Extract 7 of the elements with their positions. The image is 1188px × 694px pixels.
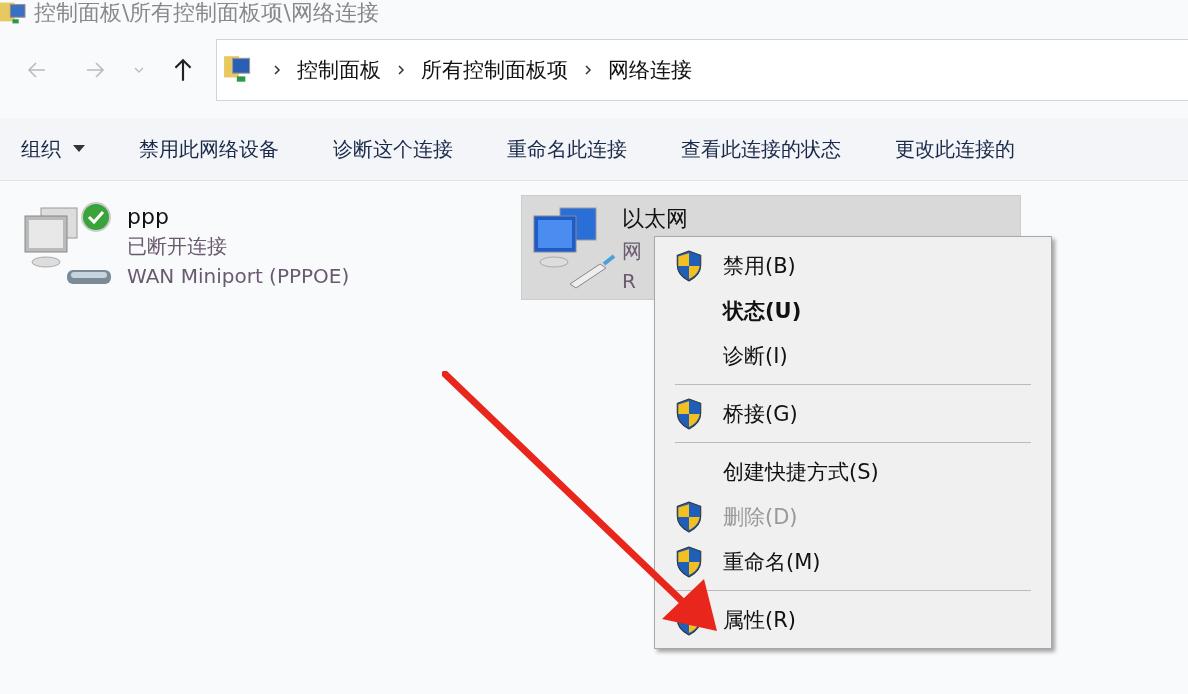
device-name: WAN Miniport (PPPOE): [127, 264, 350, 288]
connection-status: 网: [622, 238, 643, 265]
connection-status: 已断开连接: [127, 233, 228, 260]
connection-name: 以太网: [622, 205, 688, 233]
connection-name: ppp: [127, 204, 170, 229]
device-name: R: [622, 269, 637, 293]
window-title: 控制面板\所有控制面板项\网络连接: [34, 0, 379, 26]
